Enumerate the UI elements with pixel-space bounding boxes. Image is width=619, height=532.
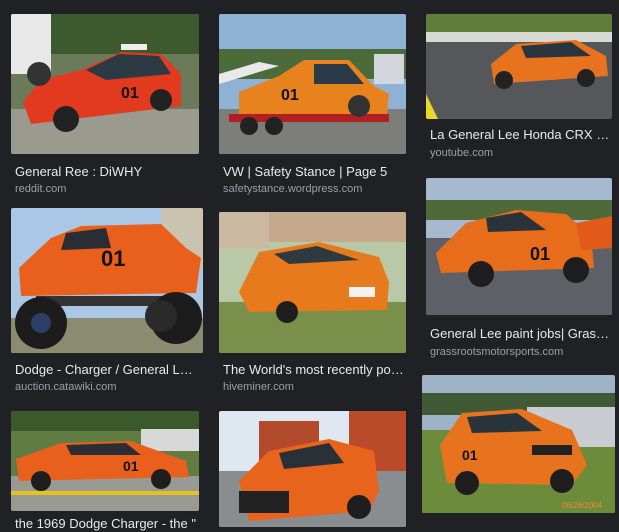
result-source[interactable]: hiveminer.com: [223, 380, 406, 394]
result-card[interactable]: 01 General Lee paint jobs| Grassr... gra…: [426, 178, 612, 360]
orange-small-hatch-image: 01 06/26/2004: [422, 375, 615, 513]
orange-hatchback-side-image: 01: [426, 178, 612, 315]
svg-text:01: 01: [462, 447, 478, 463]
result-card[interactable]: 01 VW | Safety Stance | Page 5 safetysta…: [219, 14, 406, 196]
svg-text:01: 01: [121, 85, 139, 102]
result-title[interactable]: General Ree : DiWHY: [15, 164, 199, 180]
result-thumbnail[interactable]: [426, 14, 612, 119]
result-thumbnail[interactable]: [219, 212, 406, 353]
result-source[interactable]: safetystance.wordpress.com: [223, 182, 406, 196]
orange-pickup-on-trailer-image: 01: [219, 14, 406, 154]
svg-text:01: 01: [101, 246, 125, 271]
orange-hatchback-rear-image: [219, 212, 406, 353]
result-title[interactable]: La General Lee Honda CRX - Y...: [430, 127, 612, 143]
result-card[interactable]: 01 General Ree : DiWHY reddit.com: [11, 14, 199, 196]
result-thumbnail[interactable]: 01: [11, 411, 199, 511]
svg-text:01: 01: [123, 458, 139, 474]
orange-monster-truck-image: 01: [11, 208, 203, 353]
orange-three-wheeler-image: [219, 411, 406, 527]
orange-sedan-image: 01: [11, 14, 199, 154]
result-thumbnail[interactable]: 01 06/26/2004: [422, 375, 615, 513]
result-card[interactable]: 01 the 1969 Dodge Charger - the ": [11, 411, 199, 531]
result-title[interactable]: Dodge - Charger / General Lee...: [15, 362, 195, 378]
result-card[interactable]: [219, 411, 406, 527]
result-card[interactable]: 01 06/26/2004: [422, 375, 615, 513]
result-source[interactable]: auction.catawiki.com: [15, 380, 195, 394]
result-source[interactable]: youtube.com: [430, 146, 612, 160]
orange-charger-image: 01: [11, 411, 199, 511]
result-thumbnail[interactable]: 01: [426, 178, 612, 315]
result-title[interactable]: General Lee paint jobs| Grassr...: [430, 326, 612, 342]
result-thumbnail[interactable]: [219, 411, 406, 527]
photo-date-stamp: 06/26/2004: [562, 501, 603, 510]
orange-honda-crx-image: [426, 14, 612, 119]
result-thumbnail[interactable]: 01: [219, 14, 406, 154]
result-title[interactable]: The World's most recently post...: [223, 362, 406, 378]
svg-text:01: 01: [281, 87, 299, 104]
result-source[interactable]: grassrootsmotorsports.com: [430, 345, 612, 359]
result-card[interactable]: 01 Dodge - Charger / General Lee... auct…: [11, 208, 203, 393]
result-title[interactable]: the 1969 Dodge Charger - the ": [15, 516, 199, 532]
result-thumbnail[interactable]: 01: [11, 208, 203, 353]
result-title[interactable]: VW | Safety Stance | Page 5: [223, 164, 406, 180]
result-card[interactable]: The World's most recently post... hivemi…: [219, 212, 406, 394]
result-thumbnail[interactable]: 01: [11, 14, 199, 154]
svg-text:01: 01: [530, 244, 550, 264]
result-card[interactable]: La General Lee Honda CRX - Y... youtube.…: [426, 14, 612, 164]
result-source[interactable]: reddit.com: [15, 182, 199, 196]
